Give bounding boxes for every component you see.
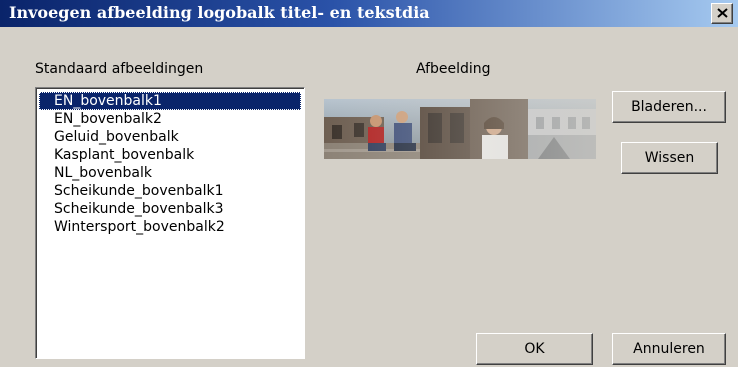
list-item[interactable]: Wintersport_bovenbalk2 — [39, 218, 229, 236]
image-preview-label: Afbeelding — [416, 61, 491, 77]
list-item[interactable]: EN_bovenbalk2 — [39, 110, 166, 128]
close-x-icon — [717, 8, 728, 18]
ok-button[interactable]: OK — [476, 333, 593, 365]
list-item[interactable]: EN_bovenbalk1 — [39, 92, 301, 110]
cancel-button[interactable]: Annuleren — [612, 333, 726, 365]
browse-button[interactable]: Bladeren... — [612, 91, 726, 123]
standard-images-listbox[interactable]: EN_bovenbalk1 EN_bovenbalk2 Geluid_boven… — [35, 87, 305, 359]
standard-images-label: Standaard afbeeldingen — [35, 61, 204, 77]
list-item[interactable]: Scheikunde_bovenbalk1 — [39, 182, 227, 200]
clear-button[interactable]: Wissen — [621, 142, 718, 174]
list-item[interactable]: Geluid_bovenbalk — [39, 128, 183, 146]
list-item[interactable]: NL_bovenbalk — [39, 164, 156, 182]
list-item[interactable]: Kasplant_bovenbalk — [39, 146, 198, 164]
dialog-title: Invoegen afbeelding logobalk titel- en t… — [9, 3, 430, 22]
banner-photo — [324, 99, 596, 159]
dialog-window: Invoegen afbeelding logobalk titel- en t… — [0, 0, 738, 367]
image-preview — [324, 99, 596, 159]
close-button[interactable] — [711, 3, 733, 24]
title-bar[interactable]: Invoegen afbeelding logobalk titel- en t… — [0, 0, 738, 27]
list-item[interactable]: Scheikunde_bovenbalk3 — [39, 200, 227, 218]
